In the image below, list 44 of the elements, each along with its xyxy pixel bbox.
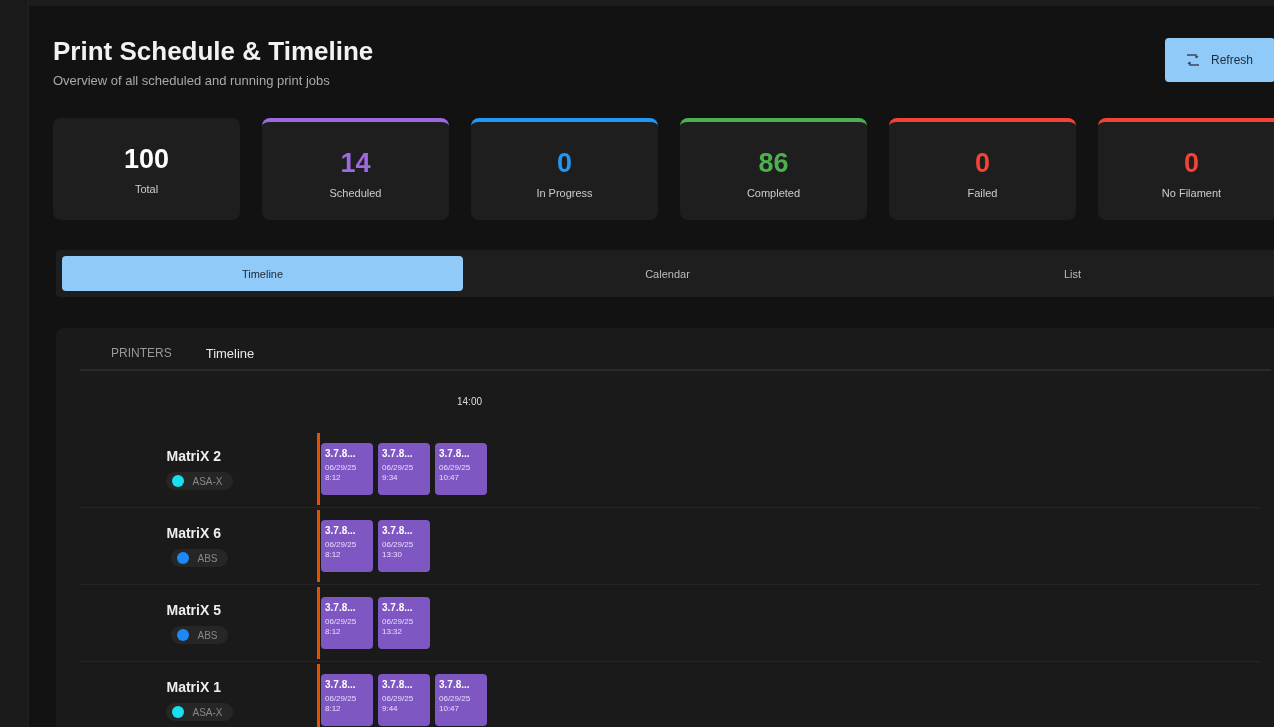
printer-name: MatriX 6 — [166, 525, 222, 541]
stat-label: Total — [134, 182, 159, 195]
job-block[interactable]: 3.7.8... 06/29/25 8:12 — [321, 674, 373, 726]
view-tab[interactable]: List — [872, 256, 1273, 291]
now-marker — [317, 587, 320, 659]
stat-label: In Progress — [536, 186, 593, 199]
job-block[interactable]: 3.7.8... 06/29/25 10:47 — [435, 443, 487, 495]
job-block[interactable]: 3.7.8... 06/29/25 9:44 — [378, 674, 430, 726]
column-header: Timeline — [205, 346, 255, 361]
stat-label: No Filament — [1161, 186, 1222, 199]
now-marker — [317, 433, 320, 505]
job-block[interactable]: 3.7.8... 06/29/25 8:12 — [321, 520, 373, 572]
page-title: Print Schedule & Timeline — [53, 36, 374, 67]
stat-label: Scheduled — [329, 186, 382, 199]
view-tab[interactable]: Calendar — [467, 256, 868, 291]
refresh-button[interactable]: Refresh — [1165, 38, 1274, 82]
stat-value: 0 — [1184, 147, 1199, 179]
job-block[interactable]: 3.7.8... 06/29/25 10:47 — [435, 674, 487, 726]
job-block[interactable]: 3.7.8... 06/29/25 13:32 — [378, 597, 430, 649]
now-marker — [317, 664, 320, 727]
refresh-icon — [1185, 53, 1201, 67]
printer-name: MatriX 1 — [166, 679, 222, 695]
job-block[interactable]: 3.7.8... 06/29/25 13:30 — [378, 520, 430, 572]
time-label: 14:00 — [457, 395, 483, 407]
now-marker — [317, 510, 320, 582]
stat-label: Failed — [967, 186, 998, 199]
stat-value: 0 — [557, 147, 572, 179]
stat-value: 86 — [758, 147, 789, 179]
printer-name: MatriX 5 — [166, 602, 222, 618]
stat-value: 100 — [123, 143, 170, 175]
stat-value: 14 — [340, 147, 371, 179]
page-subtitle: Overview of all scheduled and running print jobs — [53, 73, 331, 88]
filament-chip: ASA-X — [166, 472, 233, 490]
job-block[interactable]: 3.7.8... 06/29/25 8:12 — [321, 443, 373, 495]
filament-chip: ABS — [171, 626, 228, 644]
view-tab[interactable]: Timeline — [62, 256, 463, 291]
printer-name: MatriX 2 — [166, 448, 222, 464]
job-block[interactable]: 3.7.8... 06/29/25 8:12 — [321, 597, 373, 649]
column-header: PRINTERS — [111, 346, 172, 361]
filament-chip: ABS — [171, 549, 228, 567]
stat-label: Completed — [746, 186, 801, 199]
job-block[interactable]: 3.7.8... 06/29/25 9:34 — [378, 443, 430, 495]
filament-chip: ASA-X — [166, 703, 233, 721]
stat-value: 0 — [975, 147, 990, 179]
